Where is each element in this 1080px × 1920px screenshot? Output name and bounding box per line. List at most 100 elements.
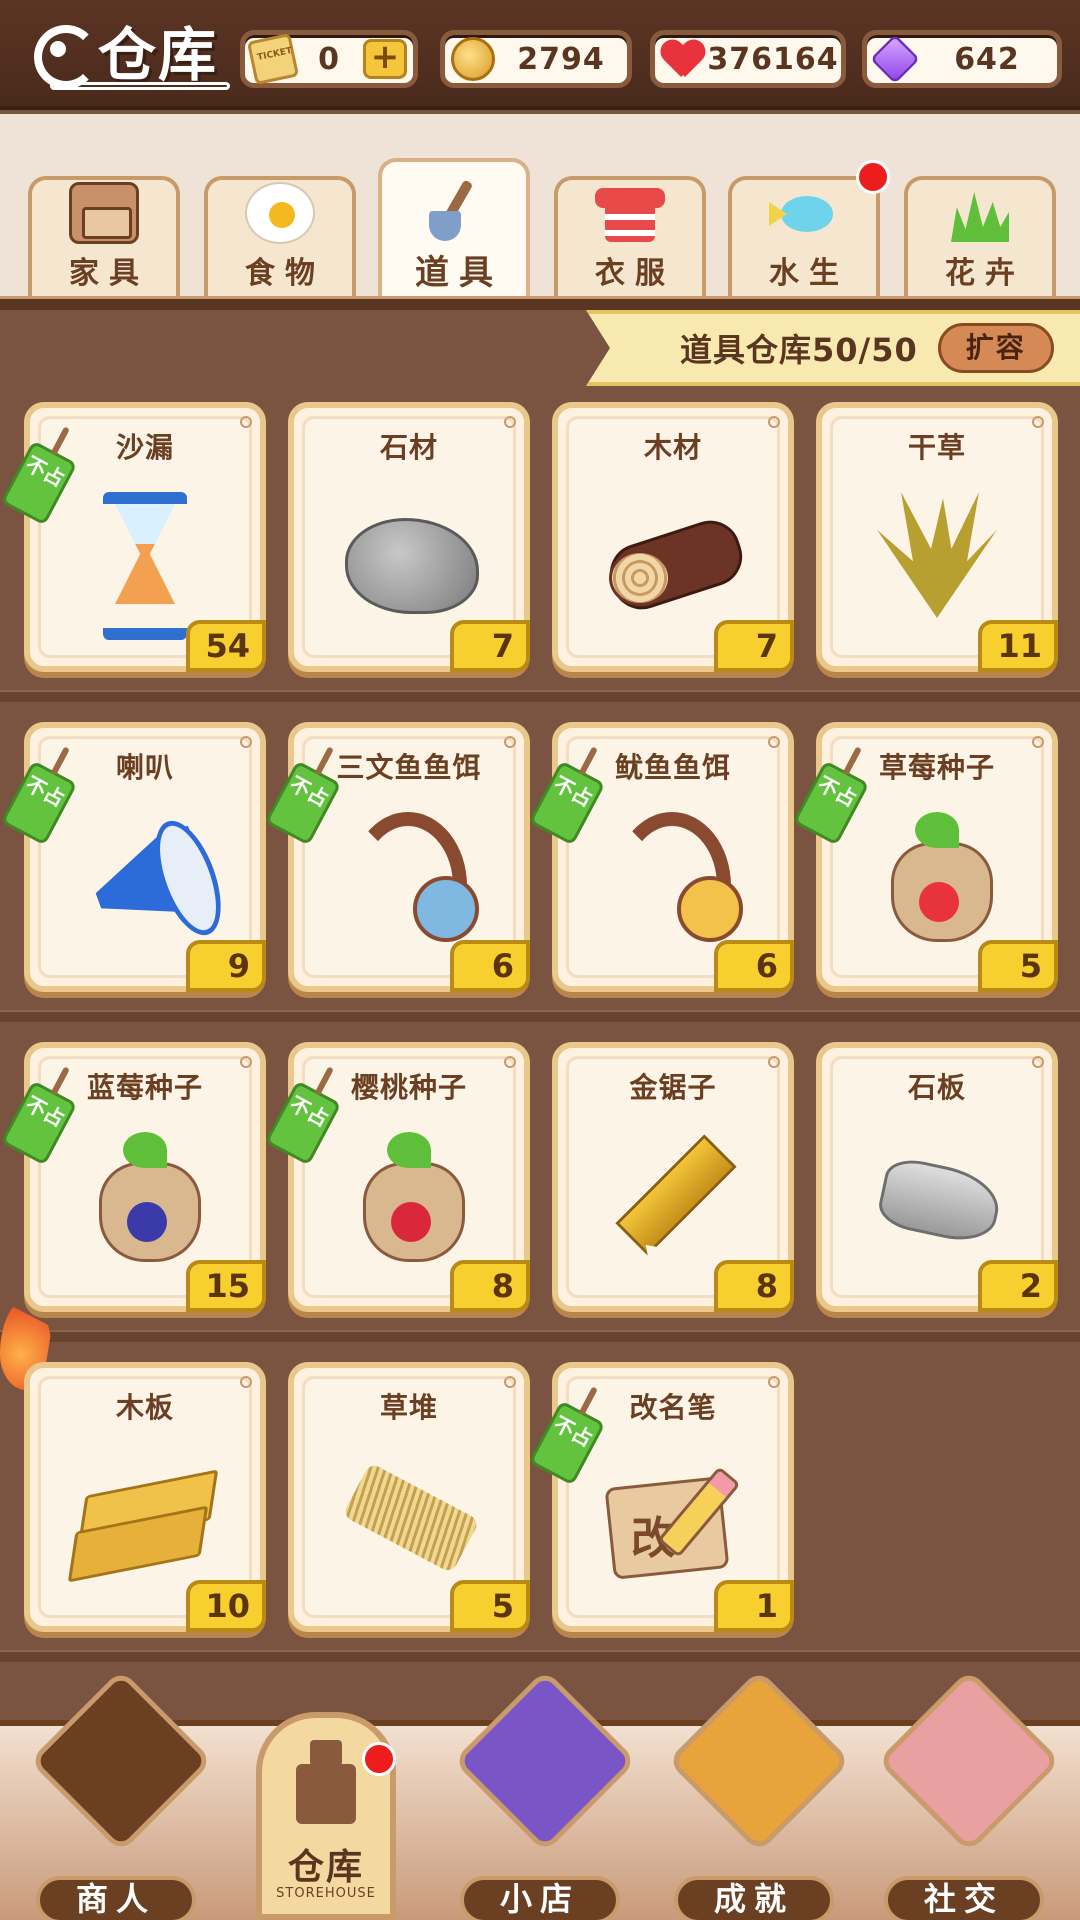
- heart-icon: [661, 37, 705, 81]
- nav-label: 社交: [884, 1876, 1044, 1920]
- strawberry-seed-icon: [867, 812, 1007, 942]
- item-count: 8: [714, 1260, 794, 1312]
- item-name: 木板: [115, 1391, 174, 1424]
- fish-icon: [769, 182, 839, 244]
- social-icon: [877, 1669, 1061, 1853]
- cabinet-icon: [69, 182, 139, 244]
- nav-social[interactable]: 社交: [864, 1669, 1064, 1920]
- item-card[interactable]: 金锯子 8: [552, 1042, 794, 1312]
- storehouse-notification-dot: [362, 1742, 396, 1776]
- nav-shop[interactable]: 小店: [440, 1669, 640, 1920]
- cherry-seed-icon: [339, 1132, 479, 1262]
- item-count: 11: [978, 620, 1058, 672]
- item-card[interactable]: 木板 10: [24, 1362, 266, 1632]
- item-card[interactable]: 鱿鱼鱼饵 不占 6: [528, 722, 794, 992]
- item-count: 1: [714, 1580, 794, 1632]
- nav-storehouse-sublabel: STOREHOUSE: [276, 1886, 376, 1901]
- plank-icon: [75, 1452, 215, 1582]
- item-name: 石板: [907, 1071, 966, 1104]
- title-underline: [50, 82, 230, 90]
- tab-label: 家具: [69, 256, 149, 291]
- item-card[interactable]: 草莓种子 不占 5: [792, 722, 1058, 992]
- item-card[interactable]: 三文鱼鱼饵 不占 6: [264, 722, 530, 992]
- item-card[interactable]: 干草 11: [816, 402, 1058, 672]
- tab-tools[interactable]: 道具: [378, 158, 530, 300]
- shelf: [0, 1650, 1080, 1662]
- page-title: 仓库: [28, 10, 238, 90]
- nav-label: 商人: [36, 1876, 196, 1920]
- bottom-nav: 商人 小店 成就 社交: [0, 1669, 1080, 1920]
- tab-divider: [0, 296, 1080, 310]
- gem-icon: [870, 34, 920, 84]
- item-card[interactable]: 石板 2: [816, 1042, 1058, 1312]
- item-count: 54: [186, 620, 266, 672]
- nav-label: 成就: [674, 1876, 834, 1920]
- add-ticket-button[interactable]: +: [363, 39, 407, 79]
- saw-icon: [603, 1132, 743, 1262]
- hourglass-icon: [75, 492, 215, 640]
- tab-label: 衣服: [595, 256, 675, 291]
- nav-storehouse-label: 仓库: [287, 1847, 364, 1888]
- egg-icon: [245, 182, 315, 244]
- shirt-icon: [595, 182, 665, 244]
- rename-pen-icon: 改: [603, 1452, 743, 1582]
- item-count: 5: [978, 940, 1058, 992]
- item-count: 6: [714, 940, 794, 992]
- tab-food[interactable]: 食物: [204, 176, 356, 298]
- item-card[interactable]: 喇叭 不占 9: [0, 722, 266, 992]
- nav-merchant[interactable]: 商人: [16, 1669, 216, 1920]
- tab-furniture[interactable]: 家具: [28, 176, 180, 298]
- item-count: 7: [714, 620, 794, 672]
- nav-achievement[interactable]: 成就: [654, 1669, 854, 1920]
- item-card[interactable]: 石材 7: [288, 402, 530, 672]
- coin-icon: [451, 37, 495, 81]
- ticket-value: 0: [318, 41, 340, 77]
- item-card[interactable]: 樱桃种子 不占 8: [264, 1042, 530, 1312]
- expand-button[interactable]: 扩容: [937, 323, 1054, 373]
- storehouse-icon: [296, 1740, 356, 1824]
- tab-flowers[interactable]: 花卉: [904, 176, 1056, 298]
- item-count: 2: [978, 1260, 1058, 1312]
- blueberry-seed-icon: [75, 1132, 215, 1262]
- shelf: [0, 1330, 1080, 1342]
- heart-counter: 376164: [650, 30, 846, 88]
- blueberry-icon: [127, 1202, 167, 1242]
- tab-label: 道具: [415, 253, 503, 293]
- achievement-icon: [667, 1669, 851, 1853]
- coin-counter: 2794: [440, 30, 632, 88]
- slate-icon: [867, 1132, 1007, 1262]
- rock-icon: [339, 492, 479, 622]
- page-title-text: 仓库: [98, 21, 219, 89]
- grass-icon: [945, 182, 1015, 244]
- rename-glyph: 改: [631, 1513, 675, 1564]
- item-card[interactable]: 草堆 5: [288, 1362, 530, 1632]
- hay-icon: [867, 492, 1007, 622]
- item-count: 15: [186, 1260, 266, 1312]
- tab-clothes[interactable]: 衣服: [554, 176, 706, 298]
- item-card[interactable]: 沙漏 不占 54: [0, 402, 266, 672]
- item-name: 石材: [379, 431, 438, 464]
- ticket-counter: TICKET 0 +: [240, 30, 418, 88]
- item-card[interactable]: 改名笔 改 不占 1: [528, 1362, 794, 1632]
- item-card[interactable]: 蓝莓种子 不占 15: [0, 1042, 266, 1312]
- category-tabs: 家具 食物 道具 衣服 水生 花卉: [0, 114, 1080, 300]
- shelf: [0, 690, 1080, 702]
- tab-label: 食物: [245, 256, 325, 291]
- swirl-logo-icon: [28, 15, 98, 89]
- tab-aquatic[interactable]: 水生: [728, 176, 880, 298]
- gem-value: 642: [954, 41, 1020, 77]
- megaphone-icon: [75, 812, 215, 942]
- tab-label: 水生: [769, 256, 849, 291]
- capacity-label: 道具仓库50/50: [680, 331, 918, 369]
- aquatic-notification-dot: [856, 160, 890, 194]
- nav-label: 小店: [460, 1876, 620, 1920]
- strawberry-icon: [919, 882, 959, 922]
- gem-counter: 642: [862, 30, 1062, 88]
- heart-value: 376164: [707, 41, 839, 77]
- tab-label: 花卉: [945, 256, 1025, 291]
- shelf: [0, 1010, 1080, 1022]
- shop-icon: [453, 1669, 637, 1853]
- salmon-badge-icon: [413, 876, 479, 942]
- item-count: 7: [450, 620, 530, 672]
- item-card[interactable]: 木材 7: [552, 402, 794, 672]
